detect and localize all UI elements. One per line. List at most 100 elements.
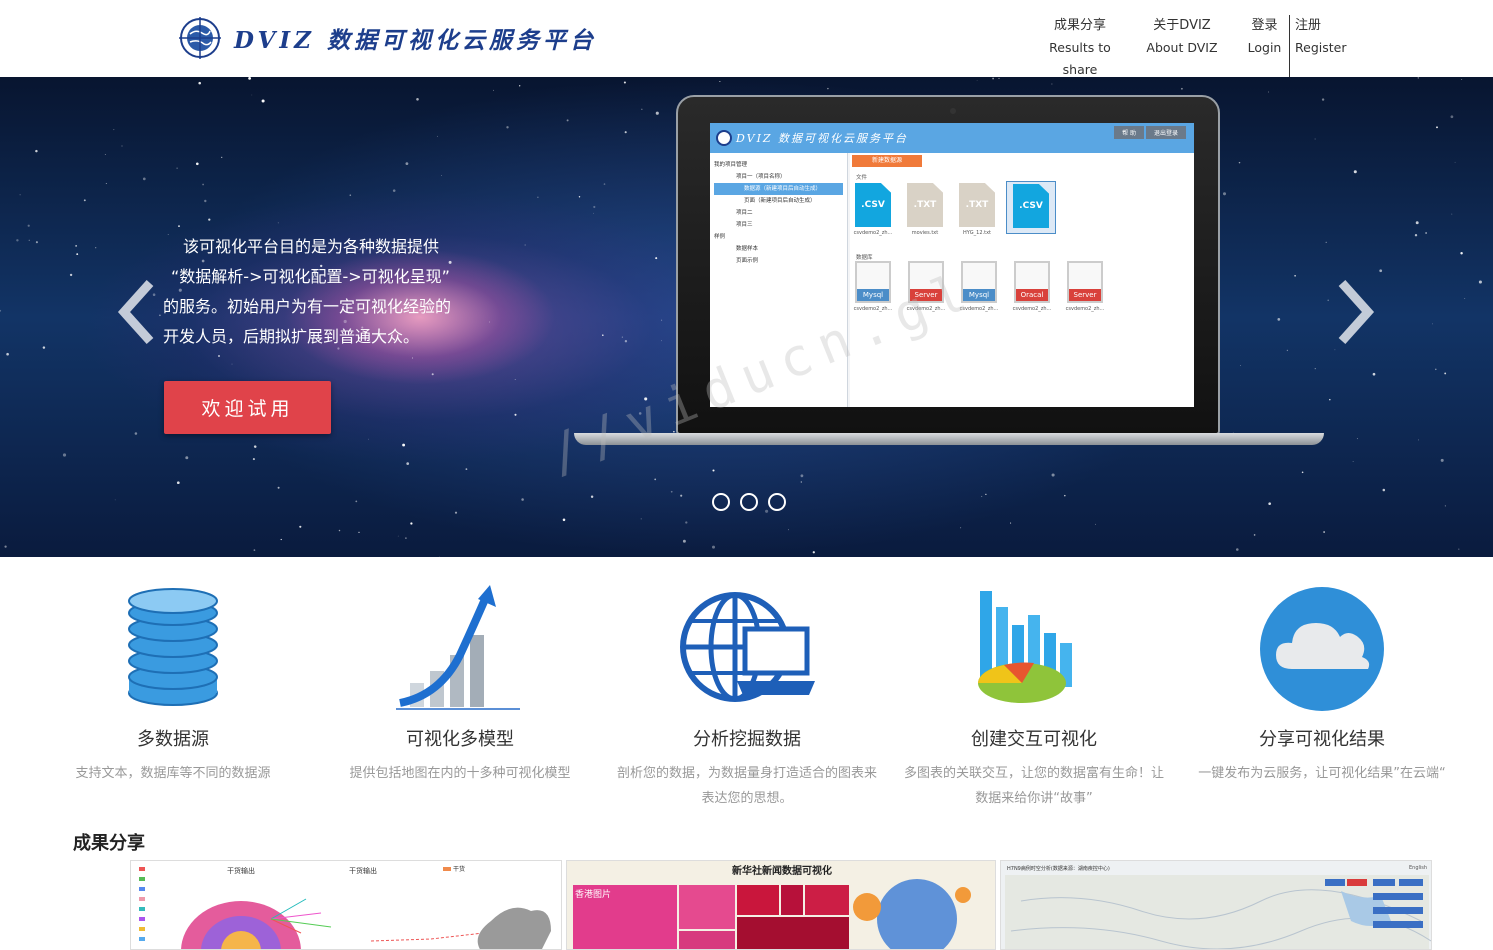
star <box>1432 323 1433 325</box>
star <box>185 456 189 460</box>
carousel-next-icon[interactable] <box>1336 277 1376 347</box>
app-header-buttons: 帮 助 退出登录 <box>1114 126 1186 139</box>
star <box>204 199 207 203</box>
star <box>712 469 715 472</box>
star <box>338 529 341 532</box>
star <box>0 309 2 312</box>
nav-register-en: Register <box>1295 40 1347 55</box>
nav-results[interactable]: 成果分享 Results to share <box>1030 15 1130 81</box>
star <box>35 241 38 244</box>
mysql-db-icon: Mysql <box>855 261 891 303</box>
star <box>368 438 370 440</box>
star <box>670 490 673 493</box>
share-card-tile-label: 香港图片 <box>575 890 612 900</box>
star <box>35 149 38 153</box>
nav-about[interactable]: 关于DVIZ About DVIZ <box>1138 15 1226 81</box>
star <box>1236 548 1239 551</box>
star <box>208 218 211 221</box>
data-source-panel: 新建数据源 文件 .CSV csvdemo2_zh... .TXT movies… <box>850 153 1194 407</box>
laptop-lid: DVIZ 数据可视化云服务平台 帮 助 退出登录 我的项目管理 项目一（项目名称… <box>676 95 1220 435</box>
star <box>812 551 815 554</box>
tree-node: 项目二 <box>736 210 753 216</box>
star <box>1460 252 1463 255</box>
star <box>623 81 626 84</box>
feature-desc: 提供包括地图在内的十多种可视化模型 <box>349 766 571 781</box>
star <box>654 478 657 481</box>
star <box>202 183 204 186</box>
star <box>114 499 116 501</box>
star <box>640 518 642 520</box>
star <box>76 253 79 256</box>
star <box>6 352 9 356</box>
tree-node: 页面（新建项目后自动生成） <box>744 198 816 204</box>
star <box>1425 232 1427 234</box>
star <box>176 167 178 169</box>
share-thumbnail-chart: 干货输出 干货输出 干货 <box>139 865 551 949</box>
star <box>976 80 978 82</box>
file-tile: .TXT movies.txt <box>904 183 946 236</box>
share-card[interactable]: 干货输出 干货输出 干货 <box>130 860 562 950</box>
star <box>1064 494 1066 497</box>
star <box>83 199 86 202</box>
star <box>280 538 282 541</box>
nav-login[interactable]: 登录 Login <box>1244 15 1290 81</box>
feature-multi-model: 可视化多模型 提供包括地图在内的十多种可视化模型 <box>330 585 590 786</box>
star <box>410 522 413 525</box>
star <box>299 525 302 528</box>
sqlserver-db-icon: Server <box>1067 261 1103 303</box>
nav-register[interactable]: 注册 Register <box>1290 15 1346 81</box>
site-logo[interactable]: DVIZ 数据可视化云服务平台 <box>178 17 597 59</box>
star <box>42 346 46 349</box>
nav-results-en: Results to share <box>1049 40 1111 77</box>
star <box>1334 349 1336 351</box>
star <box>1325 241 1327 244</box>
star <box>27 224 30 227</box>
site-header: DVIZ 数据可视化云服务平台 成果分享 Results to share 关于… <box>0 0 1493 81</box>
star <box>349 194 352 196</box>
star <box>134 432 138 435</box>
txt-file-icon: .TXT <box>907 183 943 227</box>
file-name: HYG_12.txt <box>962 230 992 236</box>
star <box>1327 299 1329 302</box>
star <box>1418 439 1420 441</box>
share-thumbnail-map <box>1005 875 1431 949</box>
star <box>719 80 721 83</box>
star <box>439 555 440 557</box>
star <box>121 145 123 147</box>
carousel-dot[interactable] <box>712 493 730 511</box>
star <box>493 89 494 91</box>
try-now-button[interactable]: 欢迎试用 <box>164 381 331 434</box>
laptop-mockup: DVIZ 数据可视化云服务平台 帮 助 退出登录 我的项目管理 项目一（项目名称… <box>574 95 1324 445</box>
feature-interactive: 创建交互可视化 多图表的关联交互，让您的数据富有生命！让数据来给你讲“故事” <box>904 585 1164 811</box>
star <box>176 481 180 485</box>
carousel-prev-icon[interactable] <box>116 277 156 347</box>
tree-node: 我的项目管理 <box>714 162 748 168</box>
banner-intro: 该可视化平台目的是为各种数据提供 “数据解析->可视化配置->可视化呈现” 的服… <box>163 232 463 352</box>
carousel-dot[interactable] <box>768 493 786 511</box>
file-tile: .CSV csvdemo2_zh... <box>852 183 894 236</box>
carousel-dot[interactable] <box>740 493 758 511</box>
star <box>1440 458 1444 462</box>
star <box>827 87 829 90</box>
db-tile: Mysql csvdemo2_zh... <box>958 261 1000 312</box>
star <box>562 518 566 522</box>
star <box>1051 83 1053 85</box>
share-card[interactable]: H7N9病例时空分析(数据来源：湖南疾控中心) English <box>1000 860 1432 950</box>
star <box>1414 233 1418 237</box>
db-tile: Server csvdemo2_zh... <box>1064 261 1106 312</box>
star <box>800 481 802 483</box>
star <box>431 373 434 376</box>
star <box>405 537 407 539</box>
intro-line-4: 开发人员，后期拟扩展到普通大众。 <box>163 327 420 346</box>
laptop-base <box>574 433 1324 445</box>
feature-desc: 多图表的关联交互，让您的数据富有生命！让数据来给你讲“故事” <box>904 766 1165 806</box>
share-card[interactable]: 新华社新闻数据可视化 香港图片 <box>566 860 996 950</box>
star <box>1301 471 1304 474</box>
star <box>1444 372 1447 375</box>
intro-line-3: 的服务。初始用户为有一定可视化经验的 <box>163 297 452 316</box>
star <box>231 363 233 365</box>
feature-title: 分析挖掘数据 <box>693 729 801 750</box>
db-name: csvdemo2_zh... <box>906 306 946 312</box>
csv-file-icon: .CSV <box>855 183 891 227</box>
share-card-label: 干货输出 <box>227 866 255 875</box>
